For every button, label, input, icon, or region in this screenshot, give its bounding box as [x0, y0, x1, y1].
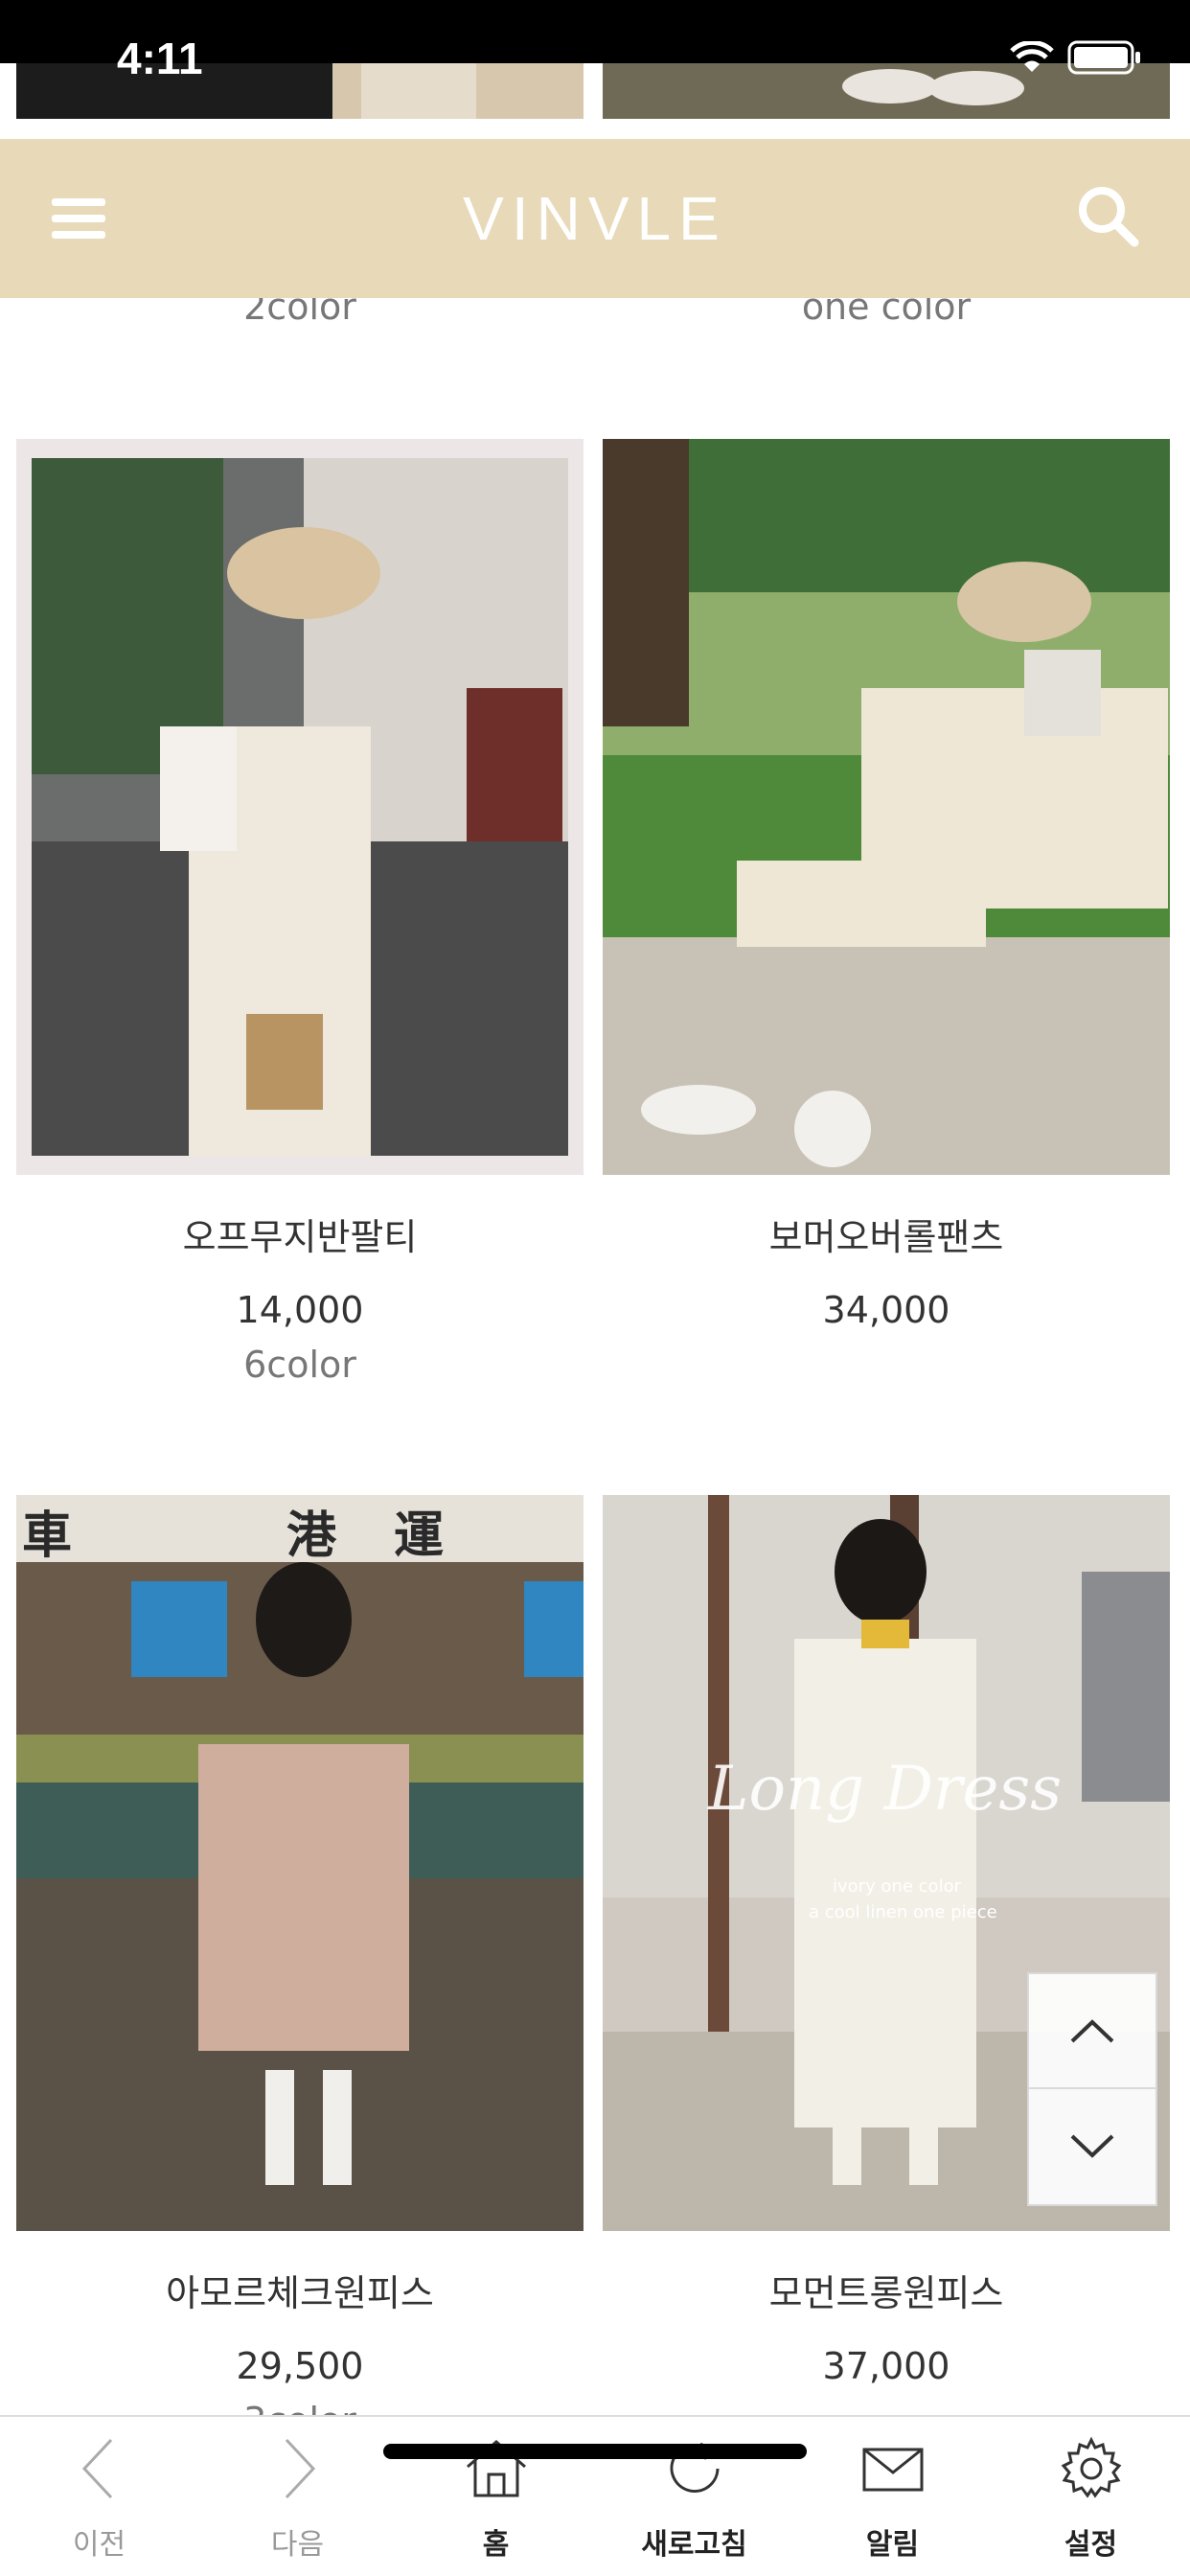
- product-image-1[interactable]: [16, 439, 584, 1175]
- status-bar: 4:11: [0, 0, 1190, 83]
- product-price-1: 14,000: [236, 1289, 364, 1331]
- toolbar-home-label: 홈: [482, 2528, 510, 2562]
- mail-icon: [862, 2448, 924, 2492]
- product-price-3: 29,500: [236, 2345, 364, 2387]
- bottom-toolbar: 이전 다음 홈 새로고침 알림 설정: [0, 2415, 1190, 2576]
- product-grid: 2color one color 오프무지반팔티 14,000 6color 보…: [0, 0, 1190, 2576]
- toolbar-refresh[interactable]: 새로고침: [595, 2417, 793, 2576]
- overlay-line-1: ivory one color: [833, 1876, 961, 1897]
- scroll-bottom-button[interactable]: [1029, 2089, 1156, 2204]
- status-icons: [1010, 40, 1142, 75]
- chevron-up-icon: [1070, 2019, 1114, 2043]
- product-image-partial-left[interactable]: [16, 58, 584, 119]
- product-colors-1: 6color: [243, 1344, 356, 1386]
- back-icon: [81, 2438, 113, 2499]
- toolbar-settings-label: 설정: [1064, 2528, 1118, 2562]
- product-price-4: 37,000: [822, 2345, 950, 2387]
- product-name-4[interactable]: 모먼트롱원피스: [603, 2264, 1170, 2316]
- product-image-2[interactable]: [603, 439, 1170, 1175]
- product-name-2[interactable]: 보머오버롤팬츠: [603, 1208, 1170, 1260]
- sign-char-1: 車: [22, 1506, 73, 1565]
- brand-logo[interactable]: VINVLE: [0, 139, 1190, 298]
- product-name-3[interactable]: 아모르체크원피스: [16, 2264, 584, 2316]
- search-icon: [1079, 187, 1139, 247]
- chevron-down-icon: [1070, 2134, 1114, 2158]
- toolbar-forward[interactable]: 다음: [198, 2417, 397, 2576]
- sign-char-3: 運: [394, 1506, 445, 1565]
- toolbar-back-label: 이전: [72, 2528, 126, 2562]
- toolbar-forward-label: 다음: [270, 2528, 325, 2562]
- toolbar-notifications-label: 알림: [865, 2528, 920, 2562]
- product-image-3[interactable]: 車 港 運: [16, 1495, 584, 2231]
- forward-icon: [285, 2438, 316, 2499]
- app-header: VINVLE: [0, 139, 1190, 298]
- status-time: 4:11: [117, 34, 203, 83]
- toolbar-back[interactable]: 이전: [0, 2417, 198, 2576]
- overlay-line-2: a cool linen one piece: [809, 1902, 997, 1922]
- home-indicator: [383, 2444, 807, 2459]
- sign-char-2: 港: [286, 1506, 337, 1565]
- gear-icon: [1061, 2436, 1122, 2498]
- toolbar-settings[interactable]: 설정: [992, 2417, 1190, 2576]
- wifi-icon: [1010, 41, 1054, 72]
- toolbar-refresh-label: 새로고침: [641, 2528, 747, 2562]
- toolbar-home[interactable]: 홈: [397, 2417, 595, 2576]
- scroll-buttons: [1027, 1972, 1157, 2206]
- overlay-script-title: Long Dress: [708, 1754, 1063, 1825]
- product-price-2: 34,000: [822, 1289, 950, 1331]
- battery-icon: [1067, 40, 1140, 75]
- toolbar-notifications[interactable]: 알림: [793, 2417, 992, 2576]
- scroll-top-button[interactable]: [1029, 1974, 1156, 2089]
- search-button[interactable]: [1071, 179, 1144, 252]
- product-name-1[interactable]: 오프무지반팔티: [16, 1208, 584, 1260]
